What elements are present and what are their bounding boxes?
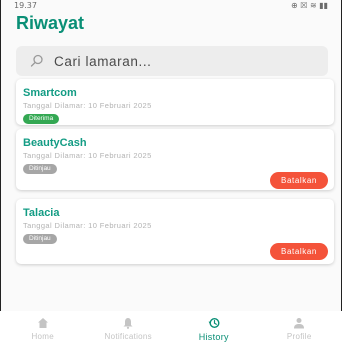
bell-icon [123,318,133,329]
search-icon [30,54,43,67]
applied-date: Tanggal Dilamar: 10 Februari 2025 [23,151,152,160]
company-name: Talacia [23,207,60,219]
status-bar: 19.37 ⊕ ☒ ≋ ▮▮ [14,0,328,10]
home-icon [37,318,48,328]
nav-label-notifications: Notifications [104,332,152,341]
nav-label-profile: Profile [286,332,312,341]
cancel-button[interactable]: Batalkan [270,172,328,189]
cancel-button[interactable]: Batalkan [270,243,328,260]
nav-label-history: History [198,332,229,342]
application-card-beautycash[interactable]: BeautyCash Tanggal Dilamar: 10 Februari … [16,129,334,190]
status-badge: Ditinjau [23,164,57,174]
screen-border-left [0,0,1,343]
status-icons: ⊕ ☒ ≋ ▮▮ [290,0,328,10]
history-icon [208,317,220,329]
applied-date: Tanggal Dilamar: 10 Februari 2025 [23,101,152,110]
search-input[interactable] [54,53,328,69]
nav-item-profile[interactable]: Profile [259,311,339,341]
bottom-navigation: Home Notifications History Profile [0,311,342,343]
profile-icon [294,318,305,329]
search-bar[interactable] [16,46,328,76]
nav-item-history[interactable]: History [174,311,254,342]
application-card-talacia[interactable]: Talacia Tanggal Dilamar: 10 Februari 202… [16,199,334,264]
page-title: Riwayat [16,13,85,33]
company-name: Smartcom [23,87,77,99]
nav-label-home: Home [31,332,55,341]
status-badge: Diterima [23,114,60,124]
nav-item-notifications[interactable]: Notifications [88,311,168,341]
company-name: BeautyCash [23,137,87,149]
application-card-smartcom[interactable]: Smartcom Tanggal Dilamar: 10 Februari 20… [16,79,334,125]
nav-item-home[interactable]: Home [3,311,83,341]
applied-date: Tanggal Dilamar: 10 Februari 2025 [23,221,152,230]
app-screen: 19.37 ⊕ ☒ ≋ ▮▮ Riwayat Smartcom Tanggal … [0,0,342,343]
status-time: 19.37 [14,0,37,10]
status-badge: Ditinjau [23,234,57,244]
